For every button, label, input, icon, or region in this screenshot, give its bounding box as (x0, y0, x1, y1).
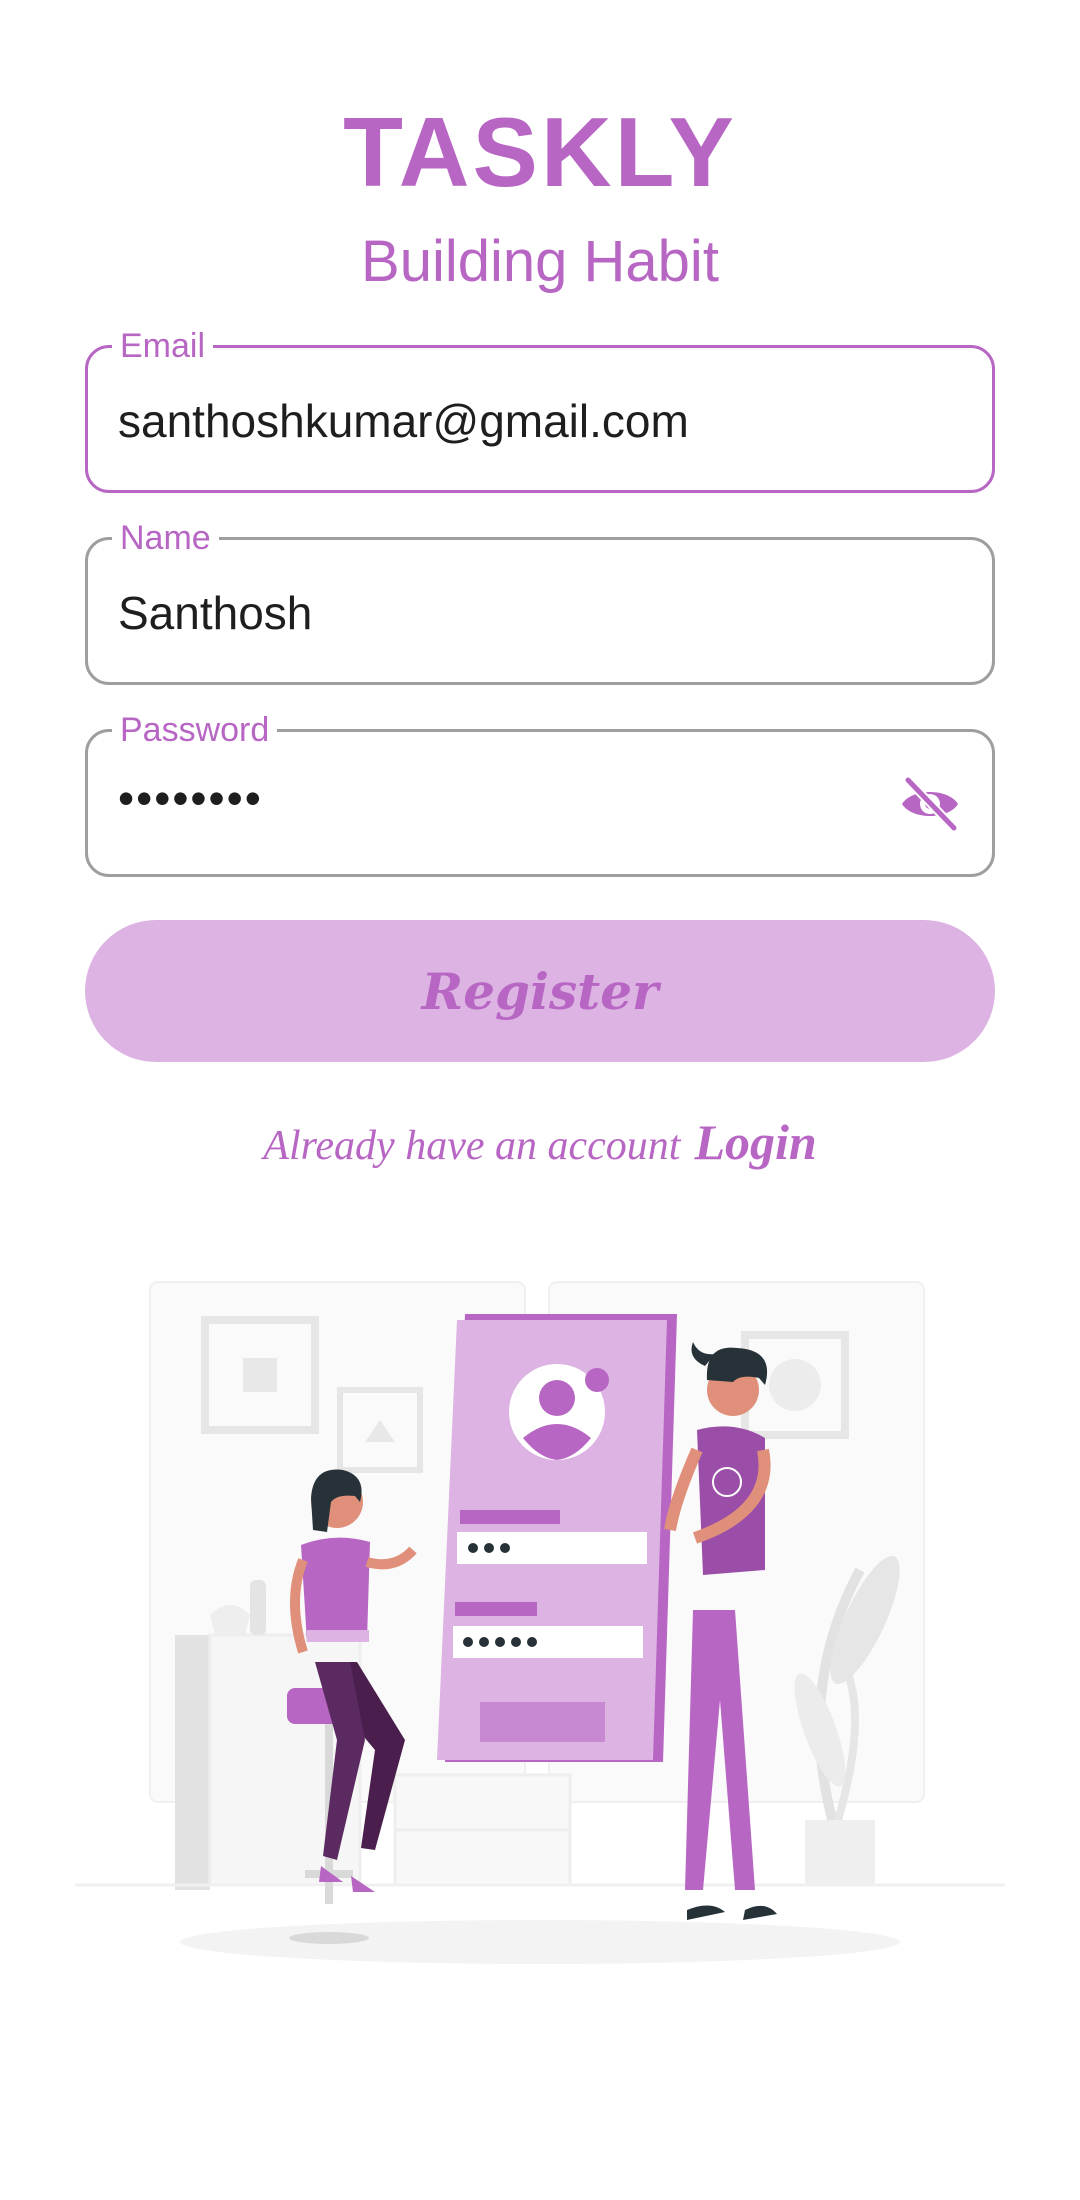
app-title: TASKLY (343, 97, 737, 207)
login-prompt: Already have an account (263, 1123, 681, 1169)
name-label: Name (112, 518, 219, 558)
email-value[interactable]: santhoshkumar@gmail.com (118, 393, 689, 449)
login-link[interactable]: Login (694, 1114, 816, 1170)
app-subtitle: Building Habit (361, 229, 719, 294)
name-field[interactable]: Name Santhosh (85, 518, 995, 685)
register-button[interactable]: Register (85, 920, 995, 1062)
password-label: Password (112, 710, 278, 750)
registration-illustration (75, 1270, 1005, 1980)
eye-off-icon[interactable] (898, 775, 962, 833)
name-value[interactable]: Santhosh (118, 585, 312, 641)
email-field[interactable]: Email santhoshkumar@gmail.com (85, 326, 995, 493)
password-field[interactable]: Password •••••••• (85, 710, 995, 877)
login-row: Already have an account Login (0, 1112, 1080, 1185)
email-label: Email (112, 326, 214, 366)
password-value[interactable]: •••••••• (118, 770, 263, 826)
